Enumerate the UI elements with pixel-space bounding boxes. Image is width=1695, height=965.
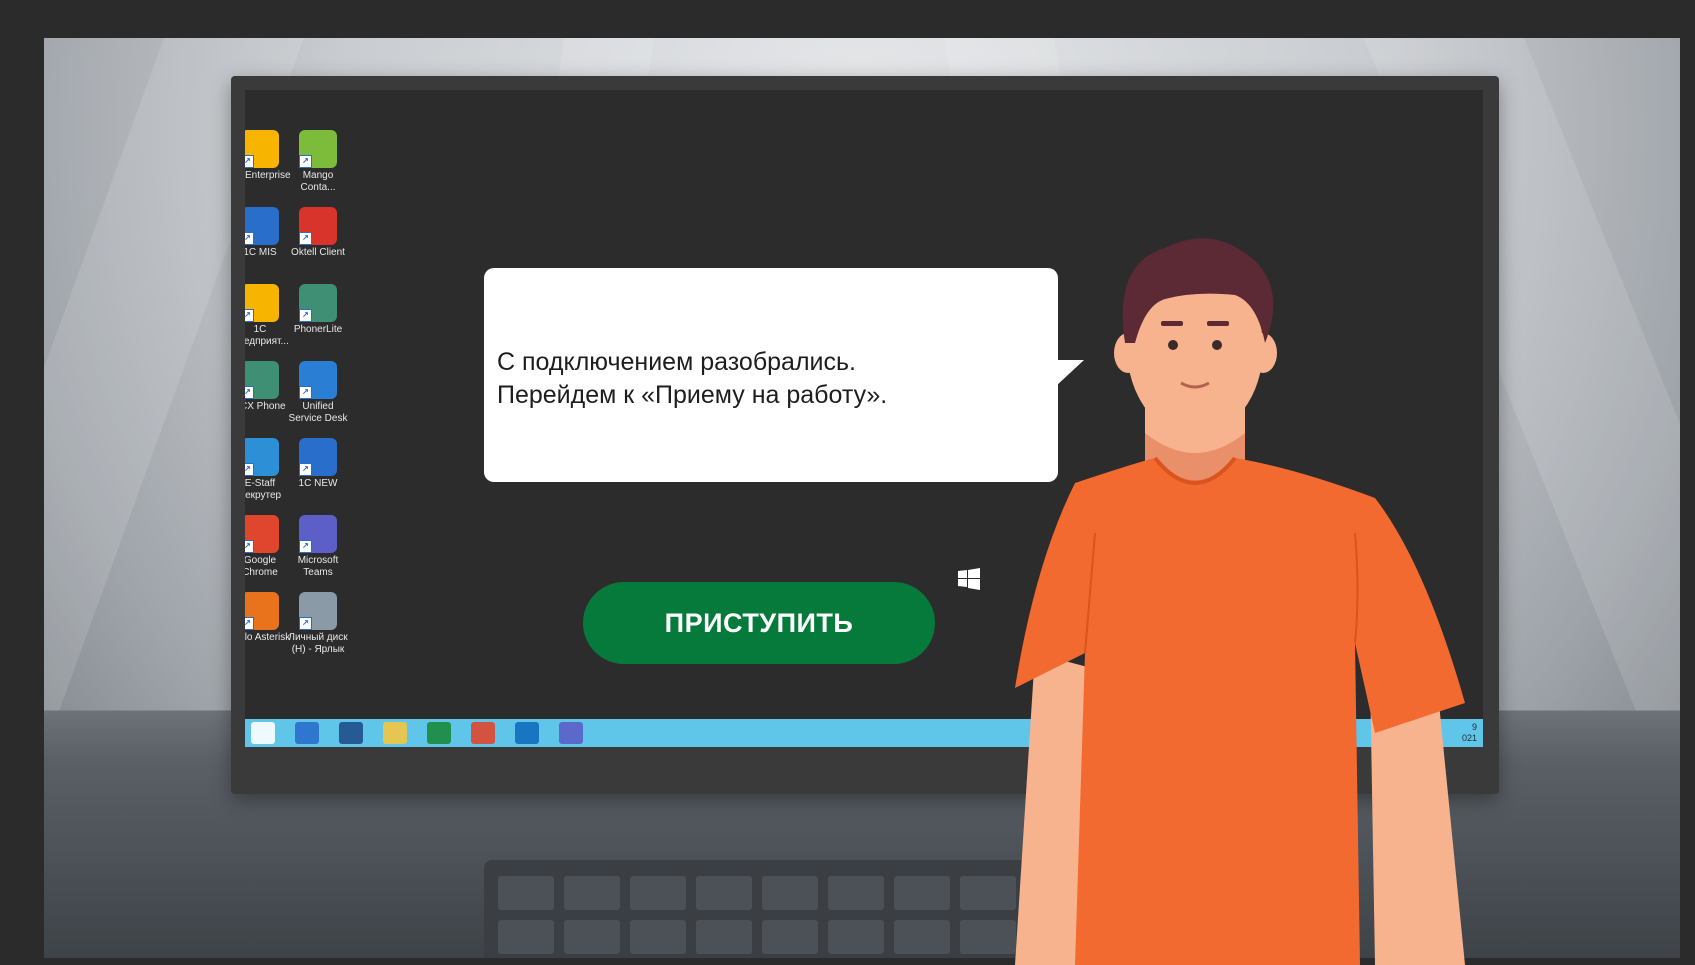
calculator-icon: ↗ [245, 592, 279, 630]
speech-bubble-text: С подключением разобрались. Перейдем к «… [497, 346, 1037, 412]
keyboard-key [828, 920, 884, 954]
desktop-icon[interactable]: ↗ Oktell Client [287, 207, 349, 259]
shortcut-arrow-icon: ↗ [245, 386, 254, 399]
desktop-icon[interactable]: ↗ PhonerLite [287, 284, 349, 336]
keyboard-key [828, 876, 884, 910]
keyboard-key [762, 876, 818, 910]
remote-desktop-icon: ↗ [299, 438, 337, 476]
desktop-icon[interactable]: ↗ Unified Service Desk [287, 361, 349, 425]
file-explorer-icon[interactable] [383, 722, 407, 744]
windows-start-icon[interactable] [251, 722, 275, 744]
shortcut-arrow-icon: ↗ [299, 309, 312, 322]
keyboard-key [696, 920, 752, 954]
character-eye [1168, 340, 1178, 350]
keyboard-key [564, 876, 620, 910]
character-eyebrow [1161, 321, 1183, 326]
speech-bubble: С подключением разобрались. Перейдем к «… [484, 268, 1084, 482]
desktop-icon[interactable]: ↗ Mango Conta... [287, 130, 349, 194]
keyboard-key [498, 876, 554, 910]
desktop-icon-label: 1C NEW [298, 478, 338, 489]
desktop-icon-label: PhonerLite [293, 324, 343, 335]
store-icon[interactable] [427, 722, 451, 744]
teams-icon: ↗ [299, 515, 337, 553]
keyboard-key [564, 920, 620, 954]
keyboard-key [894, 876, 950, 910]
desktop-icon[interactable]: ↗ Hello Asterisk [245, 592, 291, 644]
desktop-icon-label: 1C Enterprise [245, 170, 291, 181]
shortcut-arrow-icon: ↗ [245, 232, 254, 245]
keyboard-key [498, 920, 554, 954]
start-button[interactable]: ПРИСТУПИТЬ [583, 582, 935, 664]
shortcut-arrow-icon: ↗ [245, 617, 254, 630]
shortcut-arrow-icon: ↗ [299, 232, 312, 245]
desktop-icon-label: Oktell Client [291, 247, 345, 258]
outlook-icon[interactable] [515, 722, 539, 744]
network-drive-icon: ↗ [299, 592, 337, 630]
desktop-icon[interactable]: ↗ 1C Предприят... [245, 284, 291, 348]
shortcut-arrow-icon: ↗ [299, 386, 312, 399]
shortcut-arrow-icon: ↗ [245, 309, 254, 322]
desktop-icon[interactable]: ↗ E-Staff Рекрутер [245, 438, 291, 502]
remote-desktop-icon: ↗ [245, 207, 279, 245]
speech-line-2: Перейдем к «Приему на работу». [497, 381, 888, 409]
windows-logo-icon [958, 568, 980, 590]
desktop-icon[interactable]: ↗ Google Chrome [245, 515, 291, 579]
desktop-icon-label: Unified Service Desk [288, 401, 348, 424]
desktop-icon-label: Hello Asterisk [245, 632, 291, 643]
desktop-icon[interactable]: ↗ Личный диск (H) - Ярлык [287, 592, 349, 656]
character-eye [1212, 340, 1222, 350]
keyboard-key [630, 920, 686, 954]
shortcut-arrow-icon: ↗ [245, 540, 254, 553]
1c-icon: ↗ [245, 130, 279, 168]
desktop-icon[interactable]: ↗ 3CX Phone [245, 361, 291, 413]
desktop-icon[interactable]: ↗ 1C MIS [245, 207, 291, 259]
desktop-icon-label: Google Chrome [245, 555, 278, 578]
1c-icon: ↗ [245, 284, 279, 322]
3cx-phone-icon: ↗ [245, 361, 279, 399]
desktop-icon-label: Mango Conta... [300, 170, 336, 193]
desktop-icon-label: E-Staff Рекрутер [245, 478, 282, 501]
shortcut-arrow-icon: ↗ [299, 540, 312, 553]
desktop-icon-label: Личный диск (H) - Ярлык [288, 632, 348, 655]
keyboard-key [696, 876, 752, 910]
teams-icon[interactable] [559, 722, 583, 744]
shortcut-arrow-icon: ↗ [299, 617, 312, 630]
shortcut-arrow-icon: ↗ [245, 155, 254, 168]
keyboard-key [894, 920, 950, 954]
desktop-icon-label: 1C MIS [245, 247, 277, 258]
presenter-character [1015, 238, 1465, 965]
character-eyebrow [1207, 321, 1229, 326]
phonerlite-icon: ↗ [299, 284, 337, 322]
desktop-icon-label: 3CX Phone [245, 401, 286, 412]
keyboard-key [630, 876, 686, 910]
shortcut-arrow-icon: ↗ [245, 463, 254, 476]
desktop-icon[interactable]: ↗ Microsoft Teams [287, 515, 349, 579]
shortcut-arrow-icon: ↗ [299, 155, 312, 168]
desktop-icon[interactable]: ↗ 1C Enterprise [245, 130, 291, 182]
desktop-icon-label: Microsoft Teams [297, 555, 339, 578]
oktell-icon: ↗ [299, 207, 337, 245]
mango-icon: ↗ [299, 130, 337, 168]
server-manager-icon[interactable] [295, 722, 319, 744]
powershell-icon[interactable] [339, 722, 363, 744]
speech-line-1: С подключением разобрались. [497, 348, 856, 376]
desktop-icon-label: 1C Предприят... [245, 324, 289, 347]
e-staff-icon: ↗ [245, 438, 279, 476]
chrome-icon: ↗ [245, 515, 279, 553]
shortcut-arrow-icon: ↗ [299, 463, 312, 476]
keyboard-key [762, 920, 818, 954]
chrome-icon[interactable] [471, 722, 495, 744]
character-ear [1249, 333, 1277, 373]
desktop-icon[interactable]: ↗ 1C NEW [287, 438, 349, 490]
unified-service-desk-icon: ↗ [299, 361, 337, 399]
